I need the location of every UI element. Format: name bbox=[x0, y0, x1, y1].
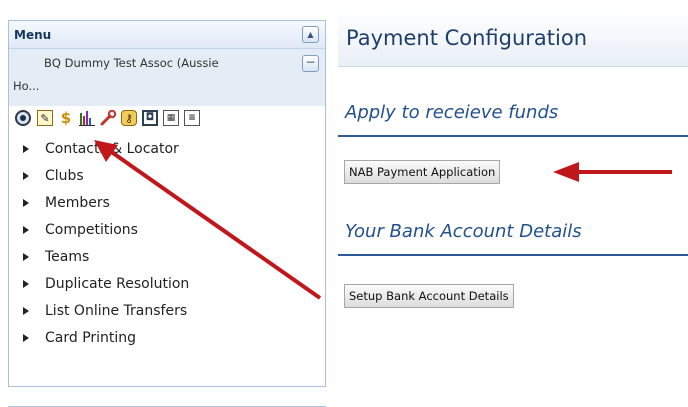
menu-item-list-online-transfers[interactable]: List Online Transfers bbox=[9, 298, 325, 325]
chart-icon[interactable] bbox=[79, 110, 95, 126]
wrench-icon[interactable] bbox=[100, 109, 117, 126]
search-doc-icon[interactable]: ◘ bbox=[142, 110, 158, 126]
annotation-arrow-to-nab-button bbox=[553, 162, 672, 182]
association-selector: BQ Dummy Test Assoc (Aussie Ho... − bbox=[9, 49, 325, 106]
menu-item-duplicate-resolution[interactable]: Duplicate Resolution bbox=[9, 271, 325, 298]
dollar-icon[interactable]: $ bbox=[58, 110, 74, 126]
menu-item-competitions[interactable]: Competitions bbox=[9, 217, 325, 244]
menu-nav: Contacts & Locator Clubs Members Competi… bbox=[9, 136, 325, 352]
collapse-minus-icon[interactable]: − bbox=[302, 55, 319, 72]
association-name: BQ Dummy Test Assoc (Aussie bbox=[44, 56, 219, 70]
section-rule-bank bbox=[338, 254, 688, 256]
nab-payment-application-button[interactable]: NAB Payment Application bbox=[344, 160, 501, 184]
section-heading-bank: Your Bank Account Details bbox=[345, 221, 582, 242]
section-heading-apply: Apply to receieve funds bbox=[345, 102, 559, 123]
page-header: Payment Configuration bbox=[338, 8, 688, 67]
section-rule-apply bbox=[338, 135, 688, 137]
page-title: Payment Configuration bbox=[346, 26, 588, 50]
setup-bank-account-button[interactable]: Setup Bank Account Details bbox=[344, 284, 514, 308]
calculator-icon[interactable]: ▦ bbox=[163, 110, 179, 126]
key-icon[interactable]: ⚷ bbox=[121, 110, 137, 126]
menu-toolbar: ✎ $ ⚷ ◘ ▦ ≡ bbox=[13, 107, 323, 131]
association-name-cont: Ho... bbox=[13, 79, 40, 93]
menu-item-teams[interactable]: Teams bbox=[9, 244, 325, 271]
eye-icon[interactable] bbox=[15, 110, 31, 126]
menu-panel: Menu ▲ BQ Dummy Test Assoc (Aussie Ho...… bbox=[8, 20, 326, 387]
menu-header: Menu ▲ bbox=[9, 21, 325, 49]
edit-icon[interactable]: ✎ bbox=[37, 110, 53, 126]
menu-title: Menu bbox=[14, 28, 52, 42]
menu-item-contacts-locator[interactable]: Contacts & Locator bbox=[9, 136, 325, 163]
menu-item-card-printing[interactable]: Card Printing bbox=[9, 325, 325, 352]
collapse-up-icon[interactable]: ▲ bbox=[302, 26, 319, 43]
list-icon[interactable]: ≡ bbox=[184, 110, 200, 126]
menu-item-members[interactable]: Members bbox=[9, 190, 325, 217]
menu-item-clubs[interactable]: Clubs bbox=[9, 163, 325, 190]
